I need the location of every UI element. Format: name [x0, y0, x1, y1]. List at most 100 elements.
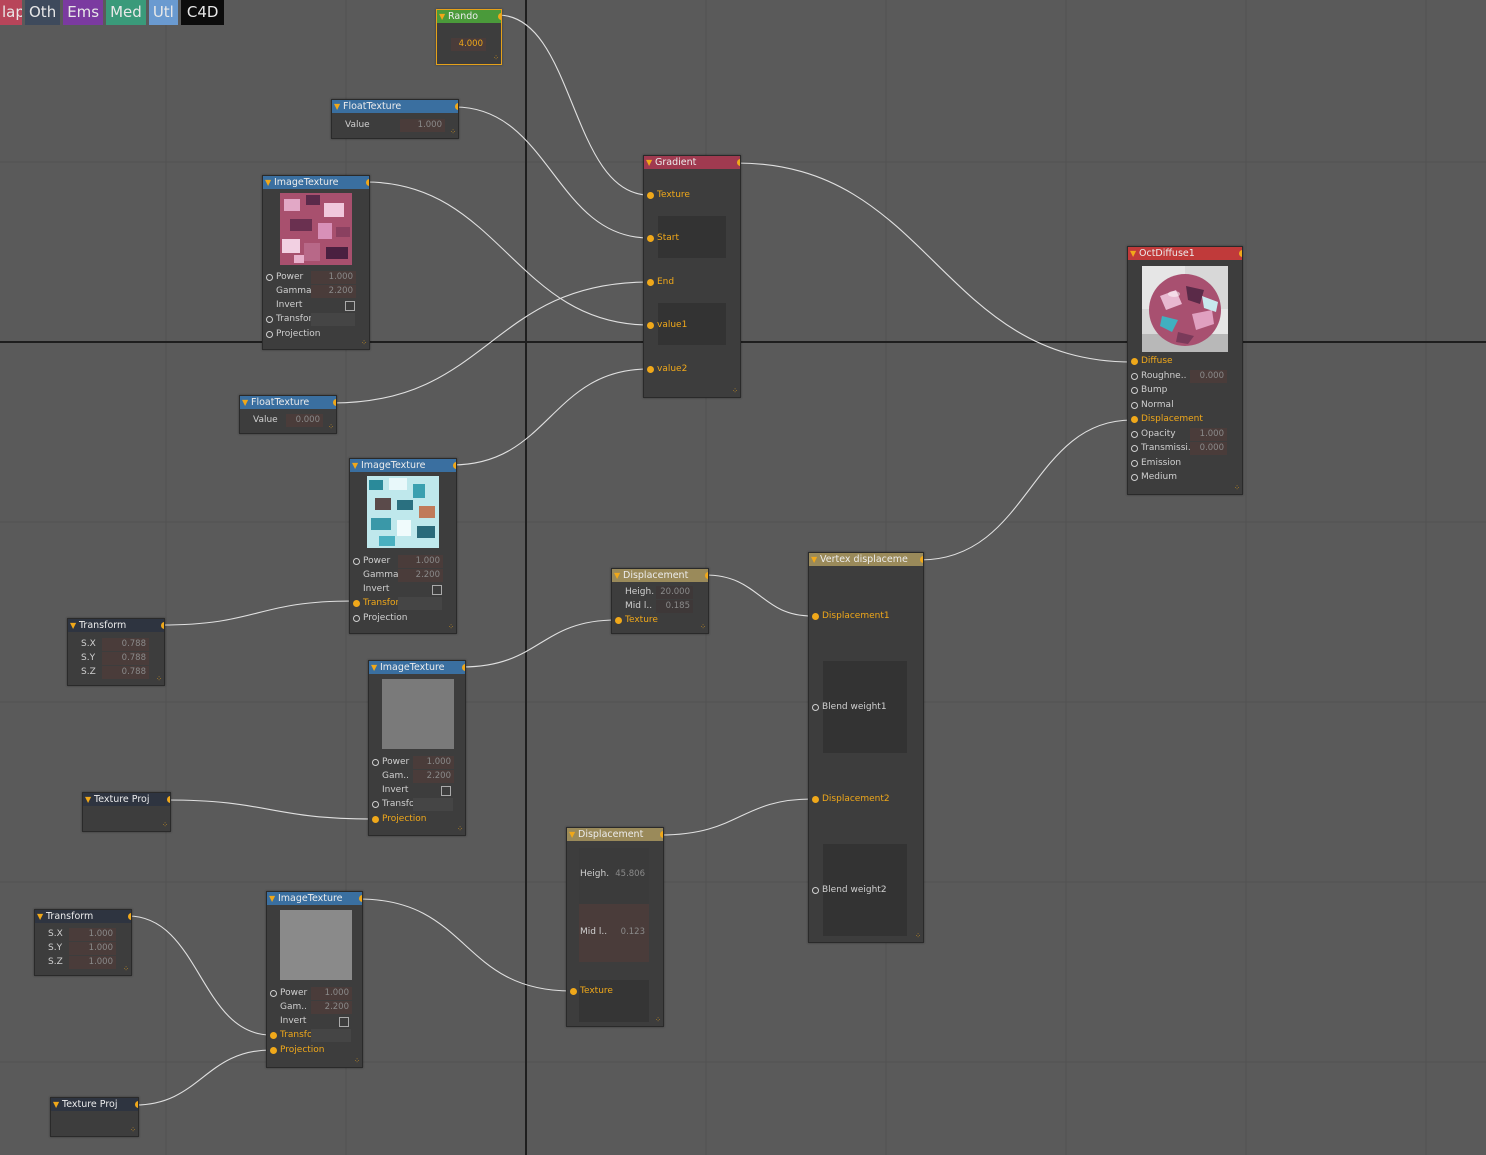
collapse-icon[interactable]: ▼ [53, 1098, 59, 1111]
resize-handle-icon[interactable]: ⁘ [130, 1127, 136, 1134]
node-header[interactable]: ▼ Transform [35, 910, 131, 923]
output-port[interactable] [498, 13, 501, 20]
node-image-texture-1[interactable]: ▼ ImageTexture Power 1.000 Gamma 2.200 Inv… [262, 175, 370, 350]
power-port[interactable] [266, 274, 273, 281]
resize-handle-icon[interactable]: ⁘ [448, 624, 454, 631]
invert-checkbox[interactable] [345, 301, 355, 311]
scale-z-field[interactable]: 1.000 [69, 956, 116, 969]
resize-handle-icon[interactable]: ⁘ [361, 340, 367, 347]
texture-port[interactable] [615, 617, 622, 624]
node-header[interactable]: ▼ Texture Proj [83, 793, 170, 806]
scale-x-field[interactable]: 1.000 [69, 928, 116, 941]
node-header[interactable]: ▼ Vertex displaceme [809, 553, 923, 566]
output-port[interactable] [135, 1101, 138, 1108]
node-header[interactable]: ▼ ImageTexture [369, 661, 465, 674]
output-port[interactable] [920, 556, 923, 563]
power-field[interactable]: 1.000 [311, 987, 352, 1000]
collapse-icon[interactable]: ▼ [439, 10, 445, 23]
resize-handle-icon[interactable]: ⁘ [915, 933, 921, 940]
transform-port[interactable] [270, 1032, 277, 1039]
node-displacement-1[interactable]: ▼ Displacement Heigh. 20.000 Mid l.. 0.185… [611, 568, 709, 634]
collapse-icon[interactable]: ▼ [646, 156, 652, 169]
node-header[interactable]: ▼ OctDiffuse1 [1128, 247, 1242, 260]
node-vertex-displacement-mixer[interactable]: ▼ Vertex displaceme Displacement1 Blend … [808, 552, 924, 943]
tab-med[interactable]: Med [106, 0, 146, 25]
roughness-port[interactable] [1131, 373, 1138, 380]
value-field[interactable]: 0.000 [286, 414, 323, 427]
node-image-texture-2[interactable]: ▼ ImageTexture Power 1.000 Gamma 2.200 Inv… [349, 458, 457, 634]
node-texture-proj-2[interactable]: ▼ Texture Proj ⁘ [50, 1097, 139, 1137]
transmission-port[interactable] [1131, 445, 1138, 452]
height-field[interactable]: 45.806 [611, 868, 648, 881]
tab-oth[interactable]: Oth [25, 0, 61, 25]
resize-handle-icon[interactable]: ⁘ [123, 966, 129, 973]
start-port[interactable] [647, 235, 654, 242]
emission-port[interactable] [1131, 460, 1138, 467]
collapse-icon[interactable]: ▼ [334, 100, 340, 113]
resize-handle-icon[interactable]: ⁘ [655, 1017, 661, 1024]
output-port[interactable] [660, 831, 663, 838]
scale-y-field[interactable]: 0.788 [102, 652, 149, 665]
output-port[interactable] [1239, 250, 1242, 257]
output-port[interactable] [333, 399, 336, 406]
projection-port[interactable] [266, 331, 273, 338]
projection-port[interactable] [353, 615, 360, 622]
diffuse-port[interactable] [1131, 358, 1138, 365]
node-transform-2[interactable]: ▼ Transform S.X 1.000 S.Y 1.000 S.Z 1.000 ⁘ [34, 909, 132, 976]
normal-port[interactable] [1131, 402, 1138, 409]
value2-port[interactable] [647, 366, 654, 373]
resize-handle-icon[interactable]: ⁘ [1234, 485, 1240, 492]
node-gradient[interactable]: ▼ Gradient Texture Start End value1 valu… [643, 155, 741, 398]
invert-checkbox[interactable] [339, 1017, 349, 1027]
collapse-icon[interactable]: ▼ [265, 176, 271, 189]
roughness-field[interactable]: 0.000 [1190, 370, 1227, 383]
resize-handle-icon[interactable]: ⁘ [450, 129, 456, 136]
blend-weight1-port[interactable] [812, 704, 819, 711]
collapse-icon[interactable]: ▼ [352, 459, 358, 472]
collapse-icon[interactable]: ▼ [85, 793, 91, 806]
collapse-icon[interactable]: ▼ [242, 396, 248, 409]
collapse-icon[interactable]: ▼ [70, 619, 76, 632]
scale-x-field[interactable]: 0.788 [102, 638, 149, 651]
displacement1-port[interactable] [812, 613, 819, 620]
projection-port[interactable] [270, 1047, 277, 1054]
output-port[interactable] [167, 796, 170, 803]
value1-port[interactable] [647, 322, 654, 329]
output-port[interactable] [366, 179, 369, 186]
transform-port[interactable] [372, 801, 379, 808]
end-port[interactable] [647, 279, 654, 286]
node-image-texture-3[interactable]: ▼ ImageTexture Power 1.000 Gam.. 2.200 Inv… [368, 660, 466, 836]
collapse-icon[interactable]: ▼ [269, 892, 275, 905]
tab-lap[interactable]: lap [0, 0, 22, 25]
gamma-field[interactable]: 2.200 [311, 1001, 352, 1014]
displacement-port[interactable] [1131, 416, 1138, 423]
texture-port[interactable] [570, 988, 577, 995]
node-header[interactable]: ▼ Rando [437, 10, 501, 23]
output-port[interactable] [453, 462, 456, 469]
gamma-field[interactable]: 2.200 [311, 285, 356, 298]
texture-port[interactable] [647, 192, 654, 199]
node-image-texture-4[interactable]: ▼ ImageTexture Power 1.000 Gam.. 2.200 Inv… [266, 891, 363, 1068]
medium-port[interactable] [1131, 474, 1138, 481]
scale-y-field[interactable]: 1.000 [69, 942, 116, 955]
power-field[interactable]: 1.000 [413, 756, 454, 769]
collapse-icon[interactable]: ▼ [811, 553, 817, 566]
resize-handle-icon[interactable]: ⁘ [354, 1058, 360, 1065]
opacity-port[interactable] [1131, 431, 1138, 438]
scale-z-field[interactable]: 0.788 [102, 666, 149, 679]
blend-weight2-port[interactable] [812, 887, 819, 894]
power-port[interactable] [270, 990, 277, 997]
node-header[interactable]: ▼ Displacement [567, 828, 663, 841]
output-port[interactable] [737, 159, 740, 166]
height-field[interactable]: 20.000 [656, 586, 693, 599]
transform-port[interactable] [266, 316, 273, 323]
power-field[interactable]: 1.000 [311, 271, 356, 284]
collapse-icon[interactable]: ▼ [614, 569, 620, 582]
output-port[interactable] [359, 895, 362, 902]
resize-handle-icon[interactable]: ⁘ [493, 55, 499, 62]
resize-handle-icon[interactable]: ⁘ [156, 676, 162, 683]
resize-handle-icon[interactable]: ⁘ [162, 822, 168, 829]
tab-utl[interactable]: Utl [148, 0, 178, 25]
node-header[interactable]: ▼ ImageTexture [350, 459, 456, 472]
mid-level-field[interactable]: 0.123 [611, 926, 648, 939]
